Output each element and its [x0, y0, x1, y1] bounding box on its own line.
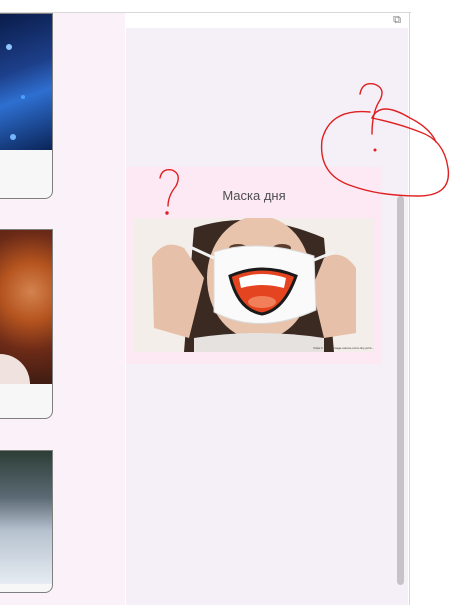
news-card[interactable]	[0, 450, 53, 593]
mask-photo-illustration	[134, 218, 374, 352]
scrollbar-thumb[interactable]	[397, 196, 404, 585]
mask-photo[interactable]: https://...mask-image-source-url-in-tiny…	[134, 218, 374, 352]
window-border	[409, 12, 410, 605]
widget-title: Маска дня	[222, 188, 286, 203]
image-source-caption: https://...mask-image-source-url-in-tiny…	[313, 346, 374, 350]
screen: ⧉ Маска дня https://...mask-image-source…	[0, 0, 451, 605]
news-card-image	[0, 14, 52, 150]
news-card-image	[0, 451, 52, 584]
mask-of-the-day-widget: Маска дня https://...mask-image-source-u…	[126, 167, 382, 364]
news-card[interactable]	[0, 229, 53, 419]
news-card[interactable]	[0, 13, 53, 199]
news-card-image	[0, 230, 52, 384]
top-strip	[0, 0, 411, 13]
window-restore-icon[interactable]: ⧉	[388, 13, 406, 27]
